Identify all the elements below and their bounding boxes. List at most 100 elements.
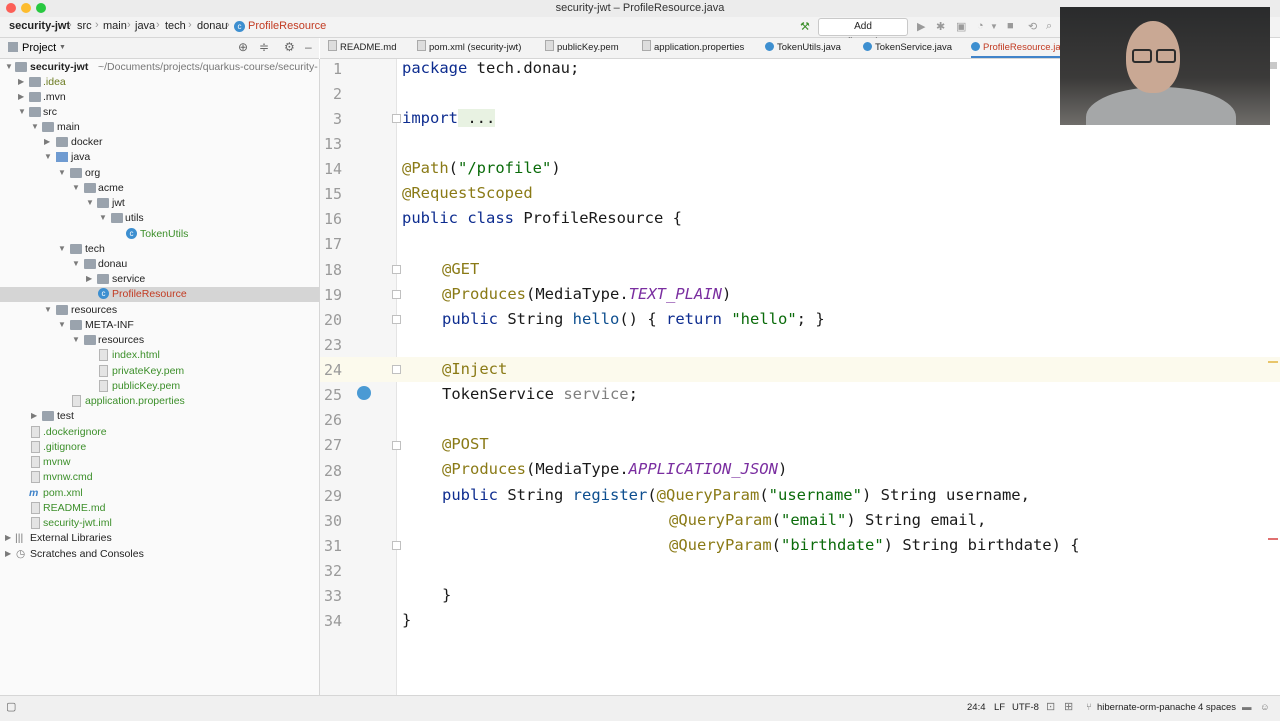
lock-icon[interactable]: ⊡ <box>1046 700 1055 713</box>
collapse-arrow-icon[interactable]: ▶ <box>18 92 24 101</box>
tree-item-publickey[interactable]: publicKey.pem <box>0 379 319 394</box>
event-log-icon[interactable]: ☺ <box>1260 702 1270 713</box>
fold-marker-icon[interactable] <box>392 114 401 123</box>
chevron-down-icon[interactable]: ▼ <box>59 44 66 51</box>
stop-icon[interactable]: ■ <box>1007 20 1014 32</box>
tree-item-external-libraries[interactable]: ▶ ||| External Libraries <box>0 531 319 546</box>
tree-item-docker[interactable]: ▶ docker <box>0 135 319 150</box>
fold-marker-icon[interactable] <box>392 265 401 274</box>
breadcrumb-src[interactable]: src <box>77 20 92 32</box>
tree-item-root[interactable]: ▼ security-jwt ~/Documents/projects/quar… <box>0 60 319 75</box>
file-encoding[interactable]: UTF-8 <box>1012 702 1039 713</box>
tab-publickey[interactable]: publicKey.pem <box>545 38 619 58</box>
expand-arrow-icon[interactable]: ▼ <box>99 213 107 222</box>
breadcrumb-main[interactable]: main <box>103 20 127 32</box>
chevron-down-icon[interactable]: ▼ <box>990 22 998 31</box>
tree-item-donau[interactable]: ▼ donau <box>0 257 319 272</box>
tree-item-application-properties[interactable]: application.properties <box>0 394 319 409</box>
hide-panel-icon[interactable]: – <box>305 40 312 54</box>
tree-item-main[interactable]: ▼ main <box>0 120 319 135</box>
collapse-arrow-icon[interactable]: ▶ <box>86 274 92 283</box>
project-panel-title[interactable]: Project <box>22 42 56 54</box>
add-configuration-button[interactable]: Add Configuration... <box>818 18 908 48</box>
tree-item-iml[interactable]: security-jwt.iml <box>0 516 319 531</box>
tree-item-src[interactable]: ▼ src <box>0 105 319 120</box>
search-icon[interactable]: ⌕ <box>1046 20 1052 33</box>
fold-marker-icon[interactable] <box>392 315 401 324</box>
navigate-to-bean-icon[interactable] <box>357 386 371 400</box>
caret-position[interactable]: 24:4 <box>967 702 986 713</box>
tab-pom[interactable]: pom.xml (security-jwt) <box>417 38 521 58</box>
tree-item-scratches[interactable]: ▶ ◷ Scratches and Consoles <box>0 547 319 562</box>
gear-icon[interactable]: ⚙ <box>284 40 295 54</box>
tree-item-mvnw-cmd[interactable]: mvnw.cmd <box>0 470 319 485</box>
breadcrumb-profileresource[interactable]: ProfileResource <box>248 20 326 32</box>
tree-item-idea[interactable]: ▶ .idea <box>0 75 319 90</box>
git-branch-icon[interactable]: ⊞ <box>1064 700 1073 713</box>
tab-application-properties[interactable]: application.properties <box>642 38 744 58</box>
tree-item-resources[interactable]: ▼ resources <box>0 303 319 318</box>
tree-item-jwt[interactable]: ▼ jwt <box>0 196 319 211</box>
expand-arrow-icon[interactable]: ▼ <box>72 335 80 344</box>
tree-item-tech[interactable]: ▼ tech <box>0 242 319 257</box>
tree-item-org[interactable]: ▼ org <box>0 166 319 181</box>
tree-item-pom-xml[interactable]: m pom.xml <box>0 486 319 501</box>
scroll-marker[interactable] <box>1268 361 1278 363</box>
expand-arrow-icon[interactable]: ▼ <box>44 305 52 314</box>
expand-arrow-icon[interactable]: ▼ <box>58 168 66 177</box>
breadcrumb-project[interactable]: security-jwt <box>9 20 70 32</box>
tree-item-mvn[interactable]: ▶ .mvn <box>0 90 319 105</box>
inspection-widget-icon[interactable] <box>1270 62 1277 69</box>
tree-item-test[interactable]: ▶ test <box>0 409 319 424</box>
tree-item-dockerignore[interactable]: .dockerignore <box>0 425 319 440</box>
tree-item-java[interactable]: ▼ java <box>0 150 319 165</box>
indent-setting[interactable]: 4 spaces <box>1198 702 1236 713</box>
expand-arrow-icon[interactable]: ▼ <box>44 152 52 161</box>
breadcrumb-tech[interactable]: tech <box>165 20 186 32</box>
tab-tokenservice[interactable]: TokenService.java <box>863 38 952 58</box>
profile-icon[interactable]: ◔ <box>977 20 984 32</box>
collapse-arrow-icon[interactable]: ▶ <box>44 137 50 146</box>
tree-item-meta-inf[interactable]: ▼ META-INF <box>0 318 319 333</box>
git-update-icon[interactable]: ⟲ <box>1028 20 1037 33</box>
expand-arrow-icon[interactable]: ▼ <box>58 244 66 253</box>
breadcrumb-donau[interactable]: donau <box>197 20 228 32</box>
debug-icon[interactable]: ✱ <box>936 20 945 33</box>
expand-arrow-icon[interactable]: ▼ <box>72 183 80 192</box>
tree-item-index-html[interactable]: index.html <box>0 348 319 363</box>
memory-indicator-icon[interactable]: ▬ <box>1242 702 1252 713</box>
expand-arrow-icon[interactable]: ▼ <box>58 320 66 329</box>
tree-item-resources-inner[interactable]: ▼ resources <box>0 333 319 348</box>
tree-item-gitignore[interactable]: .gitignore <box>0 440 319 455</box>
breadcrumb-java[interactable]: java <box>135 20 155 32</box>
tree-item-privatekey[interactable]: privateKey.pem <box>0 364 319 379</box>
tab-tokenutils[interactable]: TokenUtils.java <box>765 38 841 58</box>
build-hammer-icon[interactable]: ⚒ <box>800 20 810 33</box>
expand-arrow-icon[interactable]: ▼ <box>86 198 94 207</box>
tab-readme[interactable]: README.md <box>328 38 396 58</box>
toggle-tool-windows-icon[interactable]: ▢ <box>6 700 16 713</box>
fold-marker-icon[interactable] <box>392 365 401 374</box>
coverage-icon[interactable]: ▣ <box>956 20 966 33</box>
collapse-arrow-icon[interactable]: ▶ <box>18 77 24 86</box>
expand-arrow-icon[interactable]: ▼ <box>31 122 39 131</box>
vcs-context[interactable]: hibernate-orm-panache <box>1097 702 1196 713</box>
tree-item-service[interactable]: ▶ service <box>0 272 319 287</box>
fold-marker-icon[interactable] <box>392 441 401 450</box>
expand-arrow-icon[interactable]: ▼ <box>18 107 26 116</box>
tree-item-utils[interactable]: ▼ utils <box>0 211 319 226</box>
tab-profileresource[interactable]: ProfileResource.java <box>971 38 1060 58</box>
collapse-arrow-icon[interactable]: ▶ <box>31 411 37 420</box>
tree-item-tokenutils[interactable]: c TokenUtils <box>0 227 319 242</box>
collapse-arrow-icon[interactable]: ▶ <box>5 549 11 558</box>
collapse-all-icon[interactable]: ≑ <box>259 40 269 54</box>
collapse-arrow-icon[interactable]: ▶ <box>5 533 11 542</box>
locate-target-icon[interactable]: ⊕ <box>238 40 248 54</box>
tree-item-readme[interactable]: README.md <box>0 501 319 516</box>
fold-marker-icon[interactable] <box>392 290 401 299</box>
expand-arrow-icon[interactable]: ▼ <box>72 259 80 268</box>
tree-item-mvnw[interactable]: mvnw <box>0 455 319 470</box>
tree-item-acme[interactable]: ▼ acme <box>0 181 319 196</box>
tree-item-profileresource[interactable]: c ProfileResource <box>0 287 319 302</box>
error-scroll-marker[interactable] <box>1268 538 1278 540</box>
